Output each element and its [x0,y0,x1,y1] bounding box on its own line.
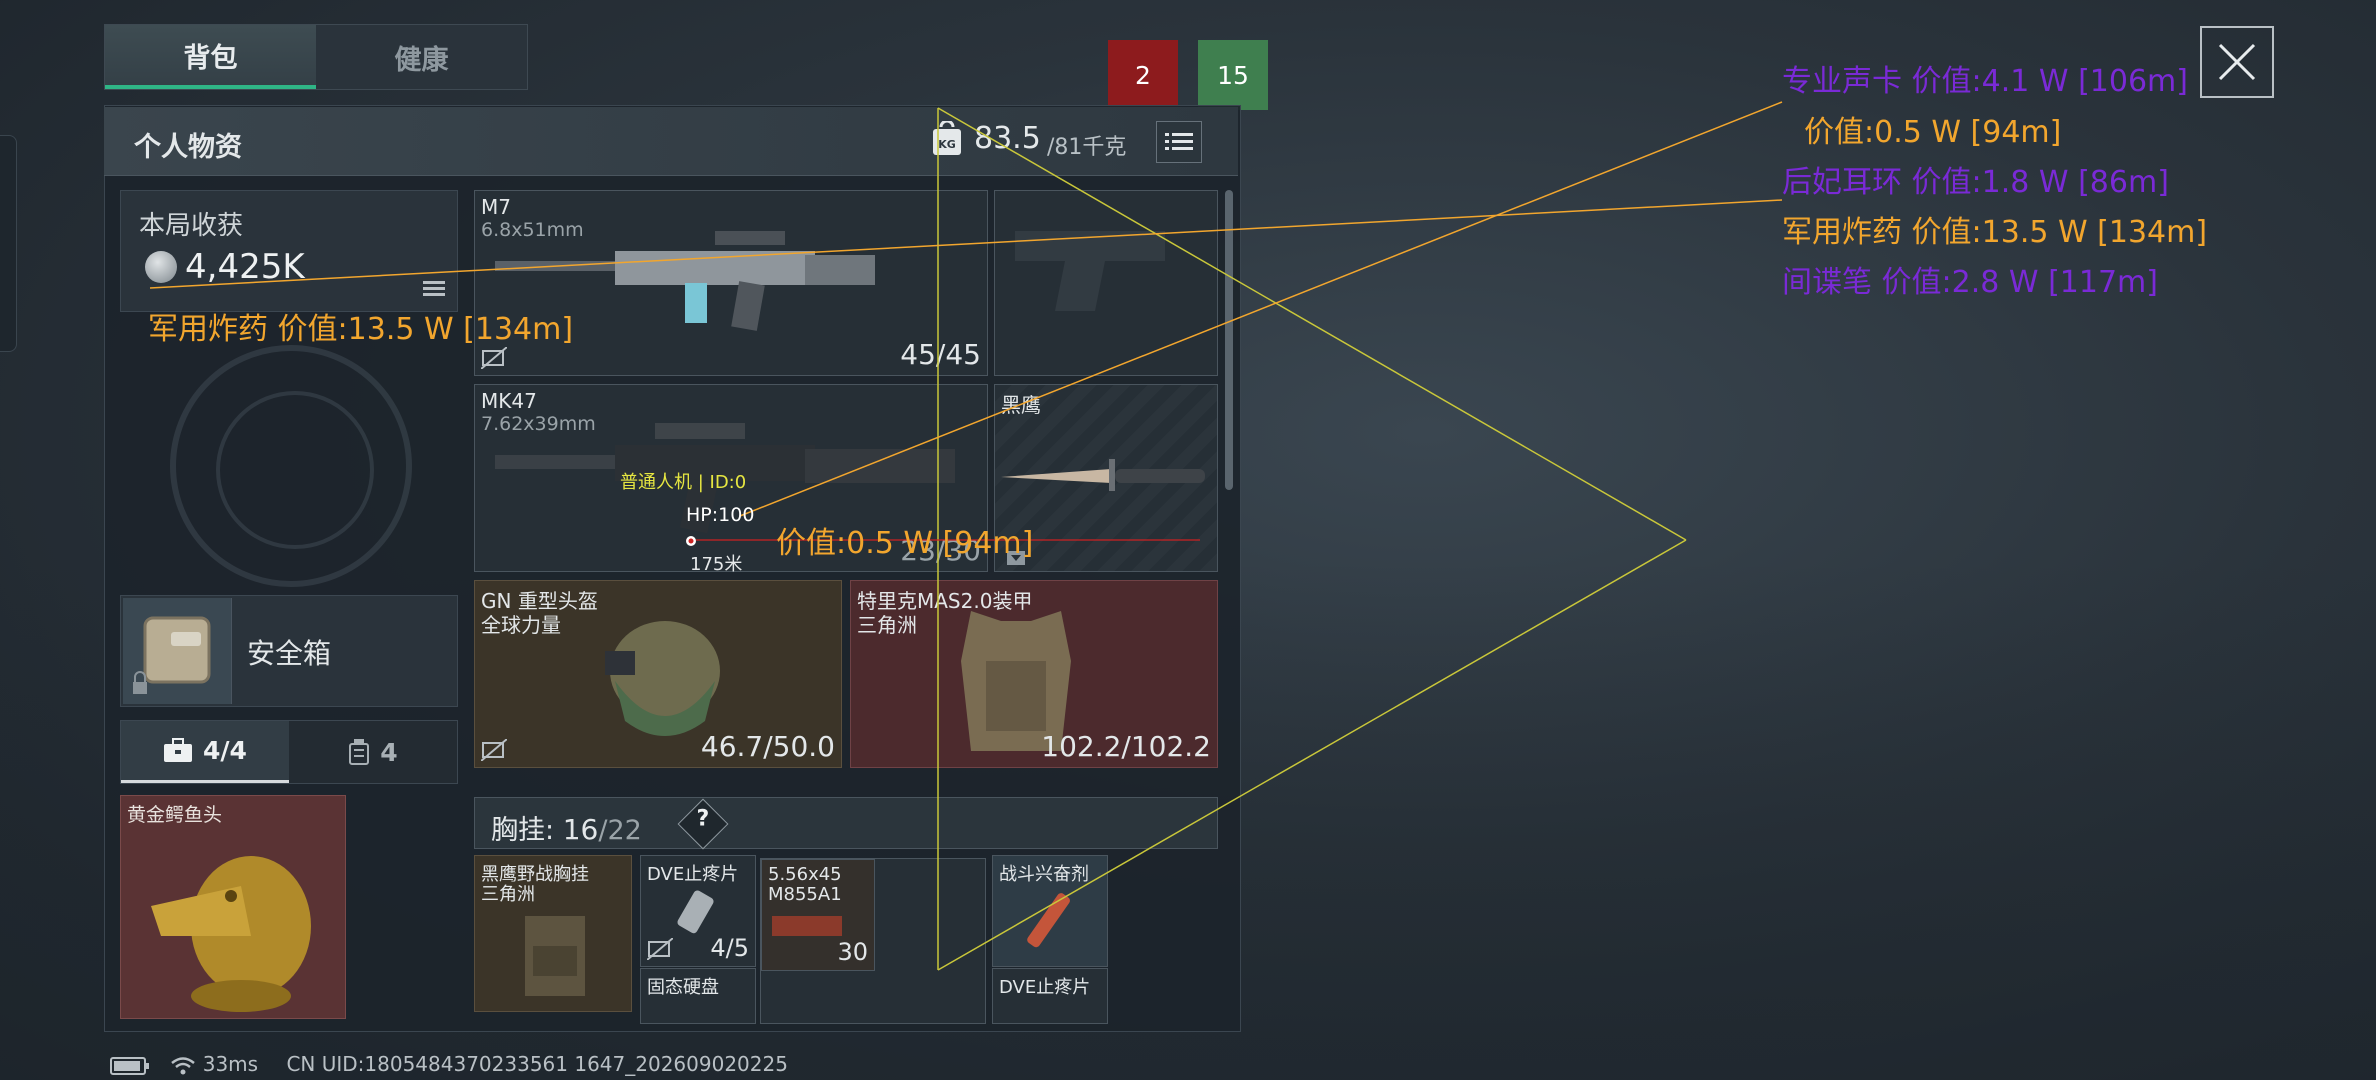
ping-value: 33ms [202,1052,259,1076]
weight-current: 83.5 [974,121,1041,156]
help-button[interactable]: ? [677,798,729,850]
coin-icon [145,251,177,283]
armor-durability: 102.2/102.2 [1041,730,1211,763]
armor-faction: 三角洲 [857,613,917,637]
container-tabs: 4/4 4 [120,720,458,784]
no-insurance-icon [647,938,673,960]
melee-name: 黑鹰 [1001,393,1041,417]
slot-primary-weapon[interactable]: M7 6.8x51mm 45/45 [474,190,988,376]
item-chest-rig[interactable]: 黑鹰野战胸挂 三角洲 [474,855,632,1012]
weight-max: /81千克 [1047,135,1127,160]
painkiller-count: 4/5 [710,934,749,962]
no-insurance-icon [481,739,507,761]
weight-kg-icon: KG [933,121,961,155]
close-button[interactable] [2200,26,2274,98]
ammo-section: 5.56x45 M855A1 30 [760,858,986,1024]
tab-health[interactable]: 健康 [316,25,527,89]
enemy-distance: 175米 [690,554,743,575]
tab-canister[interactable]: 4 [289,721,457,783]
player-uid: CN UID:1805484370233561 1647_20260902022… [286,1052,788,1076]
safe-box-image [123,598,232,704]
safe-box-label: 安全箱 [247,637,332,670]
item-name: 黄金鳄鱼头 [127,804,223,826]
painkiller-name: DVE止疼片 [647,864,739,885]
slot-helmet[interactable]: GN 重型头盔 全球力量 46.7/50.0 [474,580,842,768]
item-ssd[interactable]: 固态硬盘 [640,968,756,1024]
enemy-marker-icon [686,536,696,546]
enemy-tag: 普通人机 | ID:0 [620,472,747,493]
faction-emblem-watermark [170,345,412,587]
header-title: 个人物资 [134,132,242,163]
menu-icon[interactable] [423,281,445,297]
esp-item-spy-pen: 间谍笔 价值:2.8 W [117m] [1782,265,2158,300]
ammo-name: 5.56x45 [768,864,842,885]
chest-rig-header: 胸挂: 16/22 ? [474,797,1218,850]
item-golden-croc-head[interactable]: 黄金鳄鱼头 [120,795,346,1019]
safe-box-slot[interactable]: 安全箱 [120,595,458,707]
earnings-box[interactable]: 本局收获 4,425K [120,190,458,312]
weapon-name: M7 [481,195,511,219]
canister-icon [349,739,370,765]
battery-icon [110,1056,149,1075]
esp-item-value-1: 价值:0.5 W [94m] [1804,115,2062,150]
sort-list-button[interactable] [1156,121,1202,163]
inventory-scrollbar[interactable] [1225,190,1233,490]
item-ammo[interactable]: 5.56x45 M855A1 30 [761,859,875,971]
pistol-placeholder-icon [1015,231,1165,311]
briefcase-icon [164,737,193,762]
slot-armor[interactable]: 特里克MAS2.0装甲 三角洲 102.2/102.2 [850,580,1218,768]
enemy-hp: HP:100 [686,504,755,526]
ammo-type: M855A1 [768,884,842,905]
side-drawer-handle[interactable] [0,135,17,352]
no-insurance-icon [481,347,507,369]
rig-image [525,916,585,996]
close-icon [2218,43,2256,81]
esp-label-value: 价值:0.5 W [94m] [776,526,1034,561]
helmet-durability: 46.7/50.0 [700,730,835,763]
top-tabs: 背包 健康 [104,24,528,90]
tab-backpack[interactable]: 背包 [105,25,316,89]
slot-sidearm-empty[interactable] [994,190,1218,376]
painkiller-image [677,890,714,934]
tab-briefcase[interactable]: 4/4 [121,721,289,783]
painkiller-name: DVE止疼片 [999,977,1091,998]
red-team-count-badge: 2 [1108,40,1178,110]
stim-name: 战斗兴奋剂 [999,864,1089,885]
esp-item-sound-card: 专业声卡 价值:4.1 W [106m] [1782,64,2188,99]
canister-count: 4 [380,737,398,767]
ssd-name: 固态硬盘 [647,977,719,998]
svg-text:KG: KG [938,138,956,151]
inventory-header: 个人物资 KG 83.5 /81千克 [104,107,1238,176]
briefcase-count: 4/4 [203,736,247,765]
list-icon [1165,133,1193,150]
esp-item-explosives: 军用炸药 价值:13.5 W [134m] [1782,215,2208,250]
rig-faction: 三角洲 [481,884,535,905]
earnings-value: 4,425K [185,247,305,287]
esp-item-earring: 后妃耳环 价值:1.8 W [86m] [1782,165,2169,200]
earnings-label: 本局收获 [139,211,244,241]
item-combat-stim[interactable]: 战斗兴奋剂 [992,855,1108,967]
weapon-ammo-count: 45/45 [900,338,981,371]
golden-croc-head-image [151,856,311,1012]
stim-image [1027,893,1070,948]
wifi-icon [171,1056,196,1074]
ammo-count: 30 [837,938,868,966]
knife-image [1001,459,1205,491]
item-dve-painkiller[interactable]: DVE止疼片 4/5 [640,855,756,967]
chest-rig-capacity: 胸挂: 16/22 [491,813,642,846]
item-dve-painkiller-2[interactable]: DVE止疼片 [992,968,1108,1024]
green-team-count-badge: 15 [1198,40,1268,110]
helmet-faction: 全球力量 [481,613,561,637]
ammo-box-image [772,916,842,936]
status-bar: 33ms CN UID:1805484370233561 1647_202609… [110,1052,788,1076]
esp-label-explosives: 军用炸药 价值:13.5 W [134m] [148,312,574,347]
